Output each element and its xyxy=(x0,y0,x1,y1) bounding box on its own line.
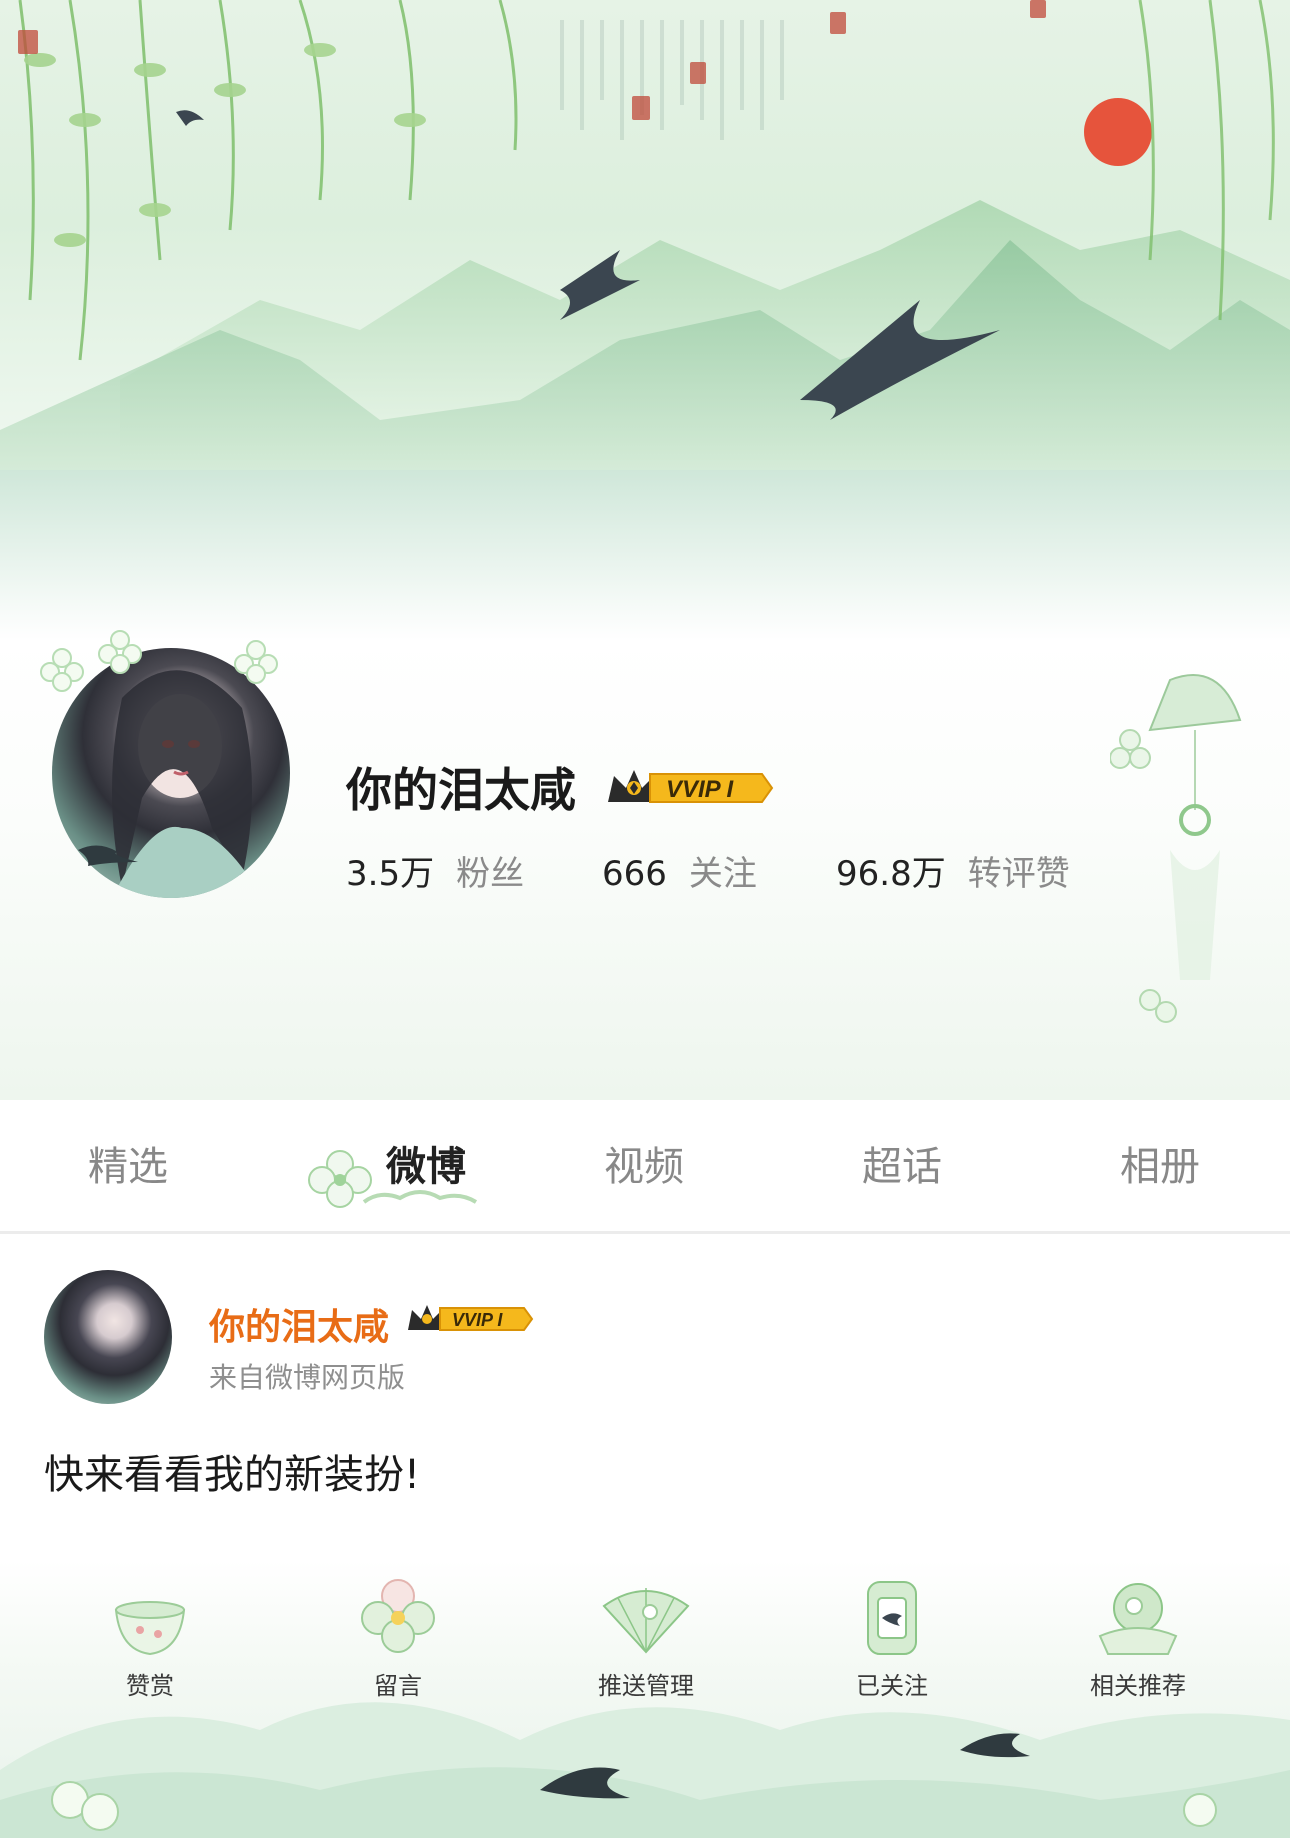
crown-icon: VVIP I xyxy=(608,770,774,803)
action-reward[interactable]: 赞赏 xyxy=(80,1576,220,1701)
profile-stats: 3.5万 粉丝 666 关注 96.8万 转评赞 xyxy=(346,846,1070,895)
action-followed-label: 已关注 xyxy=(856,1672,928,1700)
stat-following-label: 关注 xyxy=(688,854,757,894)
frame-flower-icon xyxy=(40,648,84,692)
stat-interactions-value: 96.8万 xyxy=(836,854,946,894)
action-push-settings[interactable]: 推送管理 xyxy=(576,1576,716,1701)
tab-video[interactable]: 视频 xyxy=(544,1122,744,1212)
frame-flower-icon xyxy=(98,630,142,674)
post-source: 来自微博网页版 xyxy=(209,1361,406,1394)
vip-badge[interactable]: VVIP I xyxy=(606,766,774,810)
post-content: 快来看看我的新装扮! xyxy=(44,1452,421,1498)
stat-interactions[interactable]: 96.8万 转评赞 xyxy=(836,846,1070,895)
action-followed[interactable]: 已关注 xyxy=(822,1576,962,1701)
tea-cup-icon xyxy=(102,1576,198,1662)
profile-username: 你的泪太咸 xyxy=(346,763,576,817)
post-vip-badge[interactable]: VVIP I xyxy=(406,1302,534,1336)
stat-fans-value: 3.5万 xyxy=(346,854,435,894)
profile-tab-bar: 精选 微博 视频 超话 相册 xyxy=(0,1100,1290,1234)
action-push-settings-label: 推送管理 xyxy=(598,1672,694,1700)
tab-album[interactable]: 相册 xyxy=(1060,1122,1260,1212)
stat-interactions-label: 转评赞 xyxy=(967,854,1070,894)
swallow-icon xyxy=(78,845,138,866)
action-reward-label: 赞赏 xyxy=(126,1672,174,1700)
profile-cover-banner[interactable] xyxy=(0,0,1290,640)
post-author-name[interactable]: 你的泪太咸 xyxy=(209,1298,389,1350)
action-recommendations[interactable]: 相关推荐 xyxy=(1068,1576,1208,1701)
action-message[interactable]: 留言 xyxy=(328,1576,468,1701)
stat-following-value: 666 xyxy=(602,854,667,894)
wind-chime-decoration xyxy=(1110,674,1242,1023)
active-tab-indicator xyxy=(362,1190,478,1204)
frame-flower-icon xyxy=(234,640,278,684)
stat-following[interactable]: 666 关注 xyxy=(602,846,836,895)
action-recommendations-label: 相关推荐 xyxy=(1090,1672,1186,1700)
vip-label: VVIP I xyxy=(666,776,734,803)
flower-icon xyxy=(350,1576,446,1662)
landscape-painting xyxy=(0,0,1290,640)
ball-icon xyxy=(1090,1576,1186,1662)
action-message-label: 留言 xyxy=(374,1672,422,1700)
tab-featured[interactable]: 精选 xyxy=(28,1122,228,1212)
post-vip-label: VVIP I xyxy=(452,1310,503,1330)
profile-avatar-frame[interactable] xyxy=(38,630,300,902)
lantern-icon xyxy=(844,1576,940,1662)
crown-icon: VVIP I xyxy=(408,1305,534,1331)
tab-super-topic[interactable]: 超话 xyxy=(802,1122,1002,1212)
post-author-avatar[interactable] xyxy=(44,1270,172,1404)
fan-icon xyxy=(598,1576,694,1662)
weibo-post-card[interactable] xyxy=(0,1237,1290,1557)
stat-fans[interactable]: 3.5万 粉丝 xyxy=(346,846,602,895)
stat-fans-label: 粉丝 xyxy=(456,854,525,894)
